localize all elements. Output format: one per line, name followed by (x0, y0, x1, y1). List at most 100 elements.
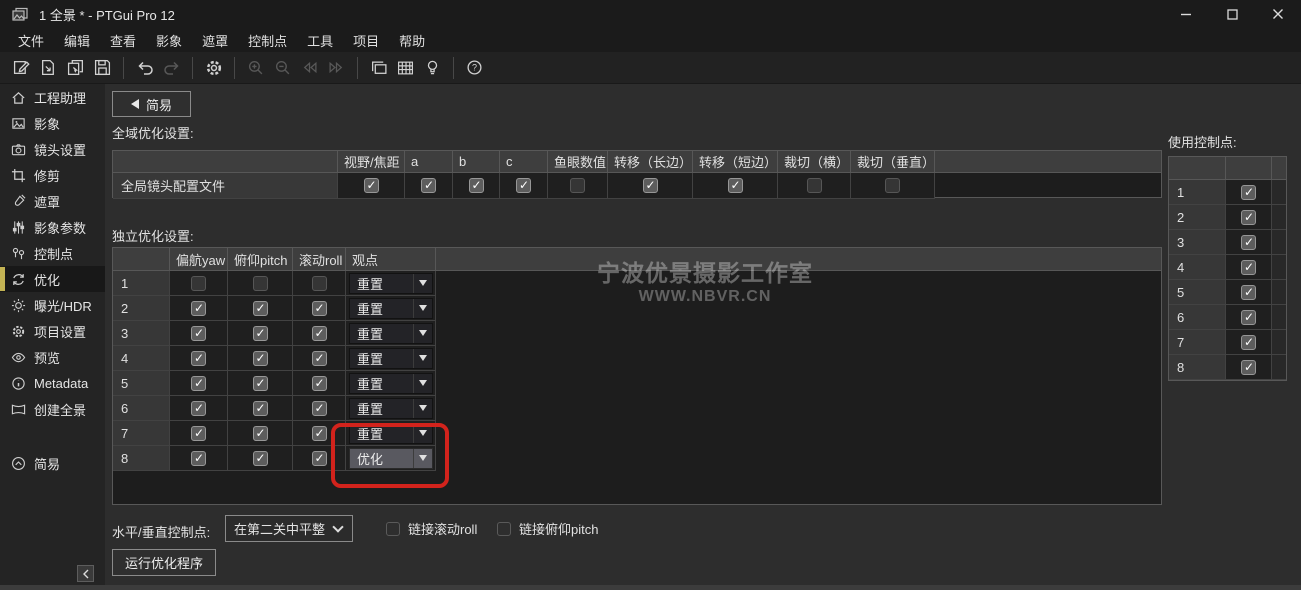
use-cp-checkbox[interactable] (1241, 310, 1256, 325)
hv-control-points-select[interactable]: 在第二关中平整 (225, 515, 353, 542)
menu-edit[interactable]: 编辑 (54, 28, 100, 53)
viewpoint-dropdown[interactable]: 重置 (349, 323, 433, 344)
col-pitch: 俯仰pitch (228, 248, 293, 271)
link-roll-checkbox[interactable] (386, 522, 400, 536)
panorama-editor-icon[interactable] (365, 55, 392, 81)
roll-checkbox[interactable] (312, 351, 327, 366)
undo-icon[interactable] (131, 55, 158, 81)
sidebar-item-metadata[interactable]: Metadata (0, 370, 105, 396)
use-cp-checkbox[interactable] (1241, 235, 1256, 250)
yaw-checkbox[interactable] (191, 276, 206, 291)
sidebar-item-crop[interactable]: 修剪 (0, 162, 105, 188)
pitch-checkbox[interactable] (253, 376, 268, 391)
menu-view[interactable]: 查看 (100, 28, 146, 53)
use-cp-checkbox[interactable] (1241, 185, 1256, 200)
yaw-checkbox[interactable] (191, 426, 206, 441)
viewpoint-dropdown[interactable]: 优化 (349, 448, 433, 469)
menu-images[interactable]: 影象 (146, 28, 192, 53)
sidebar-item-project-settings[interactable]: 项目设置 (0, 318, 105, 344)
row-number: 3 (113, 321, 170, 346)
viewpoint-dropdown[interactable]: 重置 (349, 273, 433, 294)
close-button[interactable] (1255, 0, 1301, 28)
use-cp-checkbox[interactable] (1241, 260, 1256, 275)
use-cp-checkbox[interactable] (1241, 285, 1256, 300)
edit-project-icon[interactable] (8, 55, 35, 81)
shear-v-checkbox[interactable] (885, 178, 900, 193)
menu-file[interactable]: 文件 (8, 28, 54, 53)
b-checkbox[interactable] (469, 178, 484, 193)
sidebar-item-control-points[interactable]: 控制点 (0, 240, 105, 266)
tips-bulb-icon[interactable] (419, 55, 446, 81)
viewpoint-dropdown[interactable]: 重置 (349, 423, 433, 444)
yaw-checkbox[interactable] (191, 451, 206, 466)
pitch-checkbox[interactable] (253, 426, 268, 441)
maximize-button[interactable] (1209, 0, 1255, 28)
previous-icon[interactable] (296, 55, 323, 81)
collapse-panel-button[interactable] (77, 565, 94, 582)
roll-checkbox[interactable] (312, 376, 327, 391)
sidebar-item-optimizer[interactable]: 优化 (0, 266, 105, 292)
sidebar-item-lens-settings[interactable]: 镜头设置 (0, 136, 105, 162)
run-optimizer-button[interactable]: 运行优化程序 (112, 549, 216, 576)
roll-checkbox[interactable] (312, 401, 327, 416)
menu-control-points[interactable]: 控制点 (238, 28, 297, 53)
use-cp-checkbox[interactable] (1241, 335, 1256, 350)
zoom-out-icon[interactable] (269, 55, 296, 81)
back-to-simple-button[interactable]: 简易 (112, 91, 191, 117)
c-checkbox[interactable] (516, 178, 531, 193)
menu-project[interactable]: 项目 (343, 28, 389, 53)
fisheye-checkbox[interactable] (570, 178, 585, 193)
sidebar-item-images[interactable]: 影象 (0, 110, 105, 136)
zoom-in-icon[interactable] (242, 55, 269, 81)
menu-help[interactable]: 帮助 (389, 28, 435, 53)
yaw-checkbox[interactable] (191, 326, 206, 341)
roll-checkbox[interactable] (312, 276, 327, 291)
use-cp-checkbox[interactable] (1241, 210, 1256, 225)
roll-checkbox[interactable] (312, 326, 327, 341)
roll-checkbox[interactable] (312, 451, 327, 466)
menu-mask[interactable]: 遮罩 (192, 28, 238, 53)
minimize-button[interactable] (1163, 0, 1209, 28)
viewpoint-dropdown[interactable]: 重置 (349, 398, 433, 419)
viewpoint-dropdown[interactable]: 重置 (349, 298, 433, 319)
shear-h-checkbox[interactable] (807, 178, 822, 193)
sidebar-item-project-assistant[interactable]: 工程助理 (0, 84, 105, 110)
shift-long-checkbox[interactable] (643, 178, 658, 193)
pitch-checkbox[interactable] (253, 276, 268, 291)
sidebar-item-preview[interactable]: 预览 (0, 344, 105, 370)
sidebar-item-simple-mode[interactable]: 简易 (0, 450, 105, 476)
sidebar-item-create-panorama[interactable]: 创建全景 (0, 396, 105, 422)
panorama-icon (11, 402, 26, 417)
viewpoint-dropdown[interactable]: 重置 (349, 348, 433, 369)
pitch-checkbox[interactable] (253, 451, 268, 466)
scrollbar-gutter (1272, 330, 1286, 355)
sidebar-item-mask[interactable]: 遮罩 (0, 188, 105, 214)
pitch-checkbox[interactable] (253, 351, 268, 366)
yaw-checkbox[interactable] (191, 376, 206, 391)
pitch-checkbox[interactable] (253, 301, 268, 316)
link-pitch-checkbox[interactable] (497, 522, 511, 536)
yaw-checkbox[interactable] (191, 301, 206, 316)
yaw-checkbox[interactable] (191, 351, 206, 366)
pitch-checkbox[interactable] (253, 401, 268, 416)
next-icon[interactable] (323, 55, 350, 81)
shift-short-checkbox[interactable] (728, 178, 743, 193)
yaw-checkbox[interactable] (191, 401, 206, 416)
sidebar-item-image-parameters[interactable]: 影象参数 (0, 214, 105, 240)
menu-tools[interactable]: 工具 (297, 28, 343, 53)
pitch-checkbox[interactable] (253, 326, 268, 341)
fov-checkbox[interactable] (364, 178, 379, 193)
open-project-icon[interactable] (35, 55, 62, 81)
roll-checkbox[interactable] (312, 301, 327, 316)
help-icon[interactable]: ? (461, 55, 488, 81)
a-checkbox[interactable] (421, 178, 436, 193)
detail-grid-icon[interactable] (392, 55, 419, 81)
project-template-icon[interactable] (62, 55, 89, 81)
sidebar-item-exposure-hdr[interactable]: 曝光/HDR (0, 292, 105, 318)
use-cp-checkbox[interactable] (1241, 360, 1256, 375)
redo-icon[interactable] (158, 55, 185, 81)
settings-gear-icon[interactable] (200, 55, 227, 81)
roll-checkbox[interactable] (312, 426, 327, 441)
save-icon[interactable] (89, 55, 116, 81)
viewpoint-dropdown[interactable]: 重置 (349, 373, 433, 394)
